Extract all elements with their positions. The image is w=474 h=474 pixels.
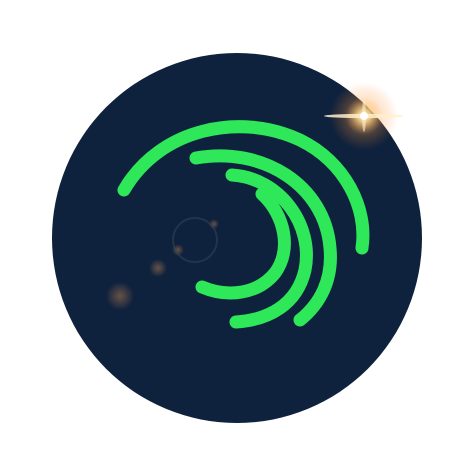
bokeh-spot — [106, 282, 134, 310]
app-icon-canvas — [0, 0, 474, 474]
bokeh-spot — [149, 259, 167, 277]
alight-motion-logo — [0, 0, 474, 474]
